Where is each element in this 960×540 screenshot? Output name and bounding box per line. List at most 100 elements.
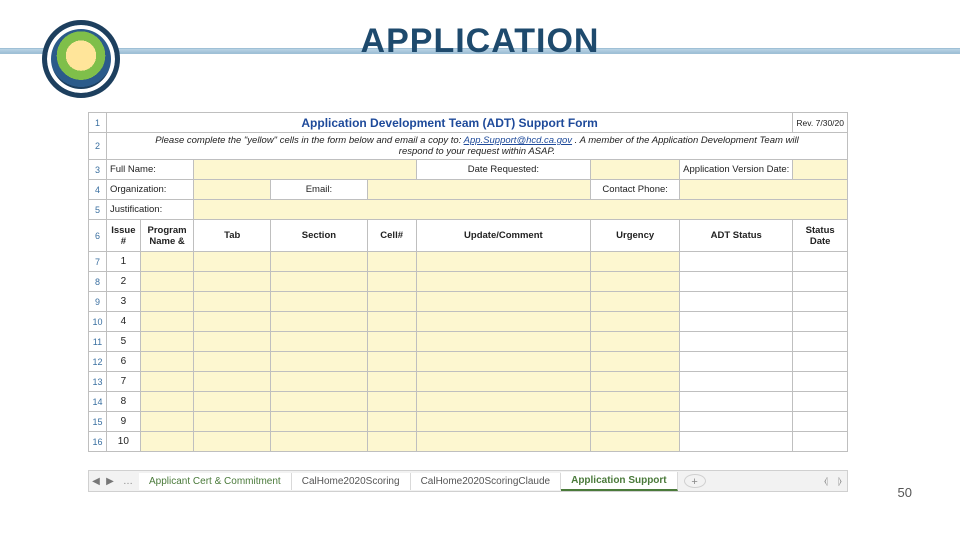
cell-program[interactable] [140, 372, 194, 392]
sheet-tab[interactable]: CalHome2020ScoringClaude [411, 473, 562, 490]
input-organization[interactable] [194, 180, 271, 200]
cell-update[interactable] [416, 312, 591, 332]
cell-tab[interactable] [194, 352, 271, 372]
cell-adt-status[interactable] [680, 332, 793, 352]
cell-update[interactable] [416, 252, 591, 272]
cell-section[interactable] [271, 292, 368, 312]
cell-program[interactable] [140, 272, 194, 292]
cell-urgency[interactable] [591, 312, 680, 332]
cell-program[interactable] [140, 312, 194, 332]
cell-tab[interactable] [194, 412, 271, 432]
cell-urgency[interactable] [591, 412, 680, 432]
cell-section[interactable] [271, 412, 368, 432]
instructions: Please complete the "yellow" cells in th… [106, 133, 847, 160]
cell-status-date[interactable] [793, 292, 848, 312]
cell-urgency[interactable] [591, 392, 680, 412]
cell-update[interactable] [416, 292, 591, 312]
cell-program[interactable] [140, 252, 194, 272]
input-email[interactable] [367, 180, 590, 200]
sheet-tab[interactable]: Applicant Cert & Commitment [139, 473, 292, 490]
input-app-version-date[interactable] [793, 160, 848, 180]
cell-status-date[interactable] [793, 392, 848, 412]
cell-adt-status[interactable] [680, 432, 793, 452]
tab-nav-prev-icon[interactable]: ◀ [89, 476, 103, 487]
cell-adt-status[interactable] [680, 412, 793, 432]
cell-cell[interactable] [367, 432, 416, 452]
cell-status-date[interactable] [793, 332, 848, 352]
cell-cell[interactable] [367, 372, 416, 392]
cell-program[interactable] [140, 412, 194, 432]
cell-cell[interactable] [367, 252, 416, 272]
cell-tab[interactable] [194, 292, 271, 312]
cell-cell[interactable] [367, 412, 416, 432]
cell-adt-status[interactable] [680, 252, 793, 272]
sheet-tab[interactable]: CalHome2020Scoring [292, 473, 411, 490]
cell-tab[interactable] [194, 432, 271, 452]
cell-program[interactable] [140, 292, 194, 312]
cell-tab[interactable] [194, 312, 271, 332]
cell-section[interactable] [271, 272, 368, 292]
cell-adt-status[interactable] [680, 372, 793, 392]
cell-status-date[interactable] [793, 352, 848, 372]
cell-cell[interactable] [367, 292, 416, 312]
cell-update[interactable] [416, 392, 591, 412]
cell-section[interactable] [271, 432, 368, 452]
cell-status-date[interactable] [793, 272, 848, 292]
cell-update[interactable] [416, 272, 591, 292]
cell-urgency[interactable] [591, 252, 680, 272]
cell-section[interactable] [271, 312, 368, 332]
cell-program[interactable] [140, 432, 194, 452]
cell-update[interactable] [416, 332, 591, 352]
cell-update[interactable] [416, 412, 591, 432]
cell-urgency[interactable] [591, 272, 680, 292]
table-row: 8 2 [89, 272, 848, 292]
tab-nav-next-icon[interactable]: ▶ [103, 476, 117, 487]
cell-cell[interactable] [367, 352, 416, 372]
cell-adt-status[interactable] [680, 272, 793, 292]
cell-update[interactable] [416, 372, 591, 392]
cell-urgency[interactable] [591, 372, 680, 392]
input-justification[interactable] [194, 200, 848, 220]
cell-tab[interactable] [194, 272, 271, 292]
cell-urgency[interactable] [591, 432, 680, 452]
cell-section[interactable] [271, 392, 368, 412]
cell-section[interactable] [271, 252, 368, 272]
cell-update[interactable] [416, 432, 591, 452]
cell-urgency[interactable] [591, 332, 680, 352]
cell-adt-status[interactable] [680, 292, 793, 312]
cell-tab[interactable] [194, 252, 271, 272]
cell-adt-status[interactable] [680, 392, 793, 412]
cell-tab[interactable] [194, 392, 271, 412]
cell-urgency[interactable] [591, 352, 680, 372]
cell-cell[interactable] [367, 272, 416, 292]
cell-urgency[interactable] [591, 292, 680, 312]
cell-status-date[interactable] [793, 312, 848, 332]
input-contact-phone[interactable] [680, 180, 848, 200]
cell-cell[interactable] [367, 312, 416, 332]
cell-tab[interactable] [194, 372, 271, 392]
cell-status-date[interactable] [793, 372, 848, 392]
cell-status-date[interactable] [793, 252, 848, 272]
cell-status-date[interactable] [793, 412, 848, 432]
cell-adt-status[interactable] [680, 312, 793, 332]
input-date-requested[interactable] [591, 160, 680, 180]
cell-section[interactable] [271, 372, 368, 392]
cell-status-date[interactable] [793, 432, 848, 452]
sheet-tab-active[interactable]: Application Support [561, 472, 678, 491]
add-sheet-icon[interactable]: + [684, 474, 706, 488]
hscroll-left-icon[interactable]: ⦉ [819, 476, 833, 487]
cell-program[interactable] [140, 332, 194, 352]
cell-update[interactable] [416, 352, 591, 372]
tab-overflow-icon[interactable]: … [117, 476, 139, 487]
cell-adt-status[interactable] [680, 352, 793, 372]
cell-program[interactable] [140, 352, 194, 372]
cell-tab[interactable] [194, 332, 271, 352]
cell-section[interactable] [271, 352, 368, 372]
cell-program[interactable] [140, 392, 194, 412]
cell-cell[interactable] [367, 332, 416, 352]
cell-cell[interactable] [367, 392, 416, 412]
hscroll-right-icon[interactable]: ⦊ [833, 476, 847, 487]
cell-section[interactable] [271, 332, 368, 352]
input-full-name[interactable] [194, 160, 416, 180]
support-email-link[interactable]: App.Support@hcd.ca.gov [464, 135, 572, 146]
